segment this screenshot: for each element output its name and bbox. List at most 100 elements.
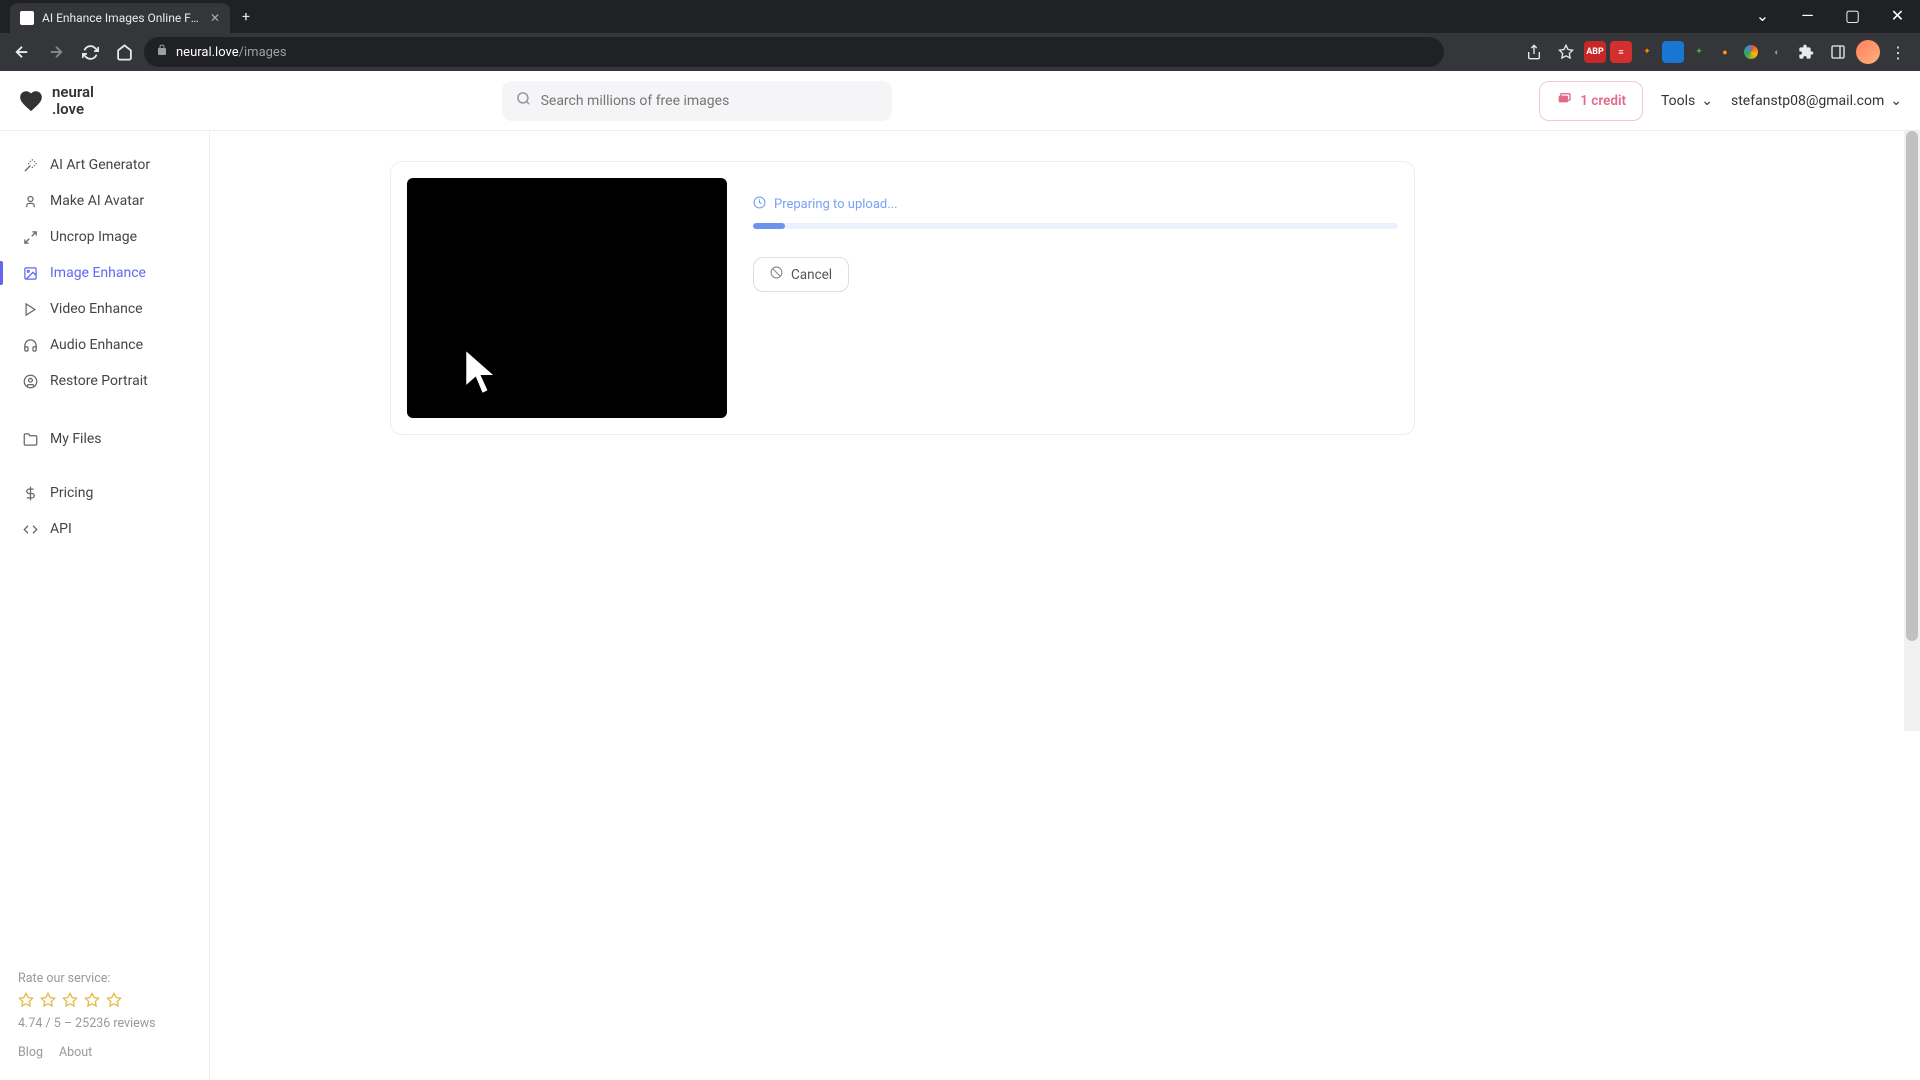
upload-status: Preparing to upload...: [774, 197, 898, 212]
extension-icon[interactable]: ●: [1714, 41, 1736, 63]
sidebar-item-label: Image Enhance: [50, 265, 146, 281]
progress-fill: [753, 223, 785, 229]
extensions-button[interactable]: [1792, 38, 1820, 66]
url-domain: neural.love: [176, 45, 239, 60]
sidebar-item-video-enhance[interactable]: Video Enhance: [0, 291, 209, 327]
app-header: neural .love 1 credit Tools ⌄ stefanstp0…: [0, 71, 1920, 131]
star-icon[interactable]: [84, 992, 100, 1008]
share-icon[interactable]: [1520, 38, 1548, 66]
chevron-down-icon[interactable]: ⌄: [1740, 0, 1785, 30]
user-menu[interactable]: stefanstp08@gmail.com ⌄: [1731, 93, 1902, 109]
headphones-icon: [22, 337, 38, 353]
upload-card: Preparing to upload... Cancel: [390, 161, 1415, 435]
credit-icon: [1556, 91, 1572, 111]
profile-avatar[interactable]: [1856, 40, 1880, 64]
star-icon[interactable]: [18, 992, 34, 1008]
sidebar-item-label: My Files: [50, 431, 102, 447]
code-icon: [22, 521, 38, 537]
sidebar-item-label: Pricing: [50, 485, 93, 501]
chevron-down-icon: ⌄: [1701, 93, 1713, 109]
sidebar-item-make-ai-avatar[interactable]: Make AI Avatar: [0, 183, 209, 219]
play-icon: [22, 301, 38, 317]
portrait-icon: [22, 373, 38, 389]
browser-tab-strip: AI Enhance Images Online For Fr ✕ + ⌄ — …: [0, 0, 1920, 33]
tools-dropdown[interactable]: Tools ⌄: [1661, 93, 1713, 109]
star-icon[interactable]: [106, 992, 122, 1008]
forward-button[interactable]: [42, 38, 70, 66]
upload-thumbnail: [407, 178, 727, 418]
sidebar-item-pricing[interactable]: Pricing: [0, 475, 209, 511]
tools-label: Tools: [1661, 93, 1695, 109]
search-icon: [516, 91, 531, 110]
extension-icon[interactable]: [1740, 41, 1762, 63]
logo-text-1: neural: [52, 84, 94, 101]
new-tab-button[interactable]: +: [230, 9, 262, 25]
address-bar[interactable]: neural.love/images: [144, 37, 1444, 67]
search-field[interactable]: [541, 93, 878, 109]
user-icon: [22, 193, 38, 209]
rating-stars[interactable]: [18, 992, 191, 1008]
sidebar-item-label: Uncrop Image: [50, 229, 137, 245]
sidebar-item-my-files[interactable]: My Files: [0, 421, 209, 457]
sidebar-item-ai-art-generator[interactable]: AI Art Generator: [0, 147, 209, 183]
logo-text-2: .love: [52, 101, 94, 118]
sidebar: AI Art Generator Make AI Avatar Uncrop I…: [0, 71, 210, 1080]
extension-abp-icon[interactable]: ABP: [1584, 41, 1606, 63]
chevron-down-icon: ⌄: [1890, 93, 1902, 109]
browser-toolbar: neural.love/images ABP ≡ ✦ ✦ ● ◐ ⋮: [0, 33, 1920, 71]
logo[interactable]: neural .love: [18, 84, 94, 117]
rate-label: Rate our service:: [18, 971, 191, 986]
cancel-button[interactable]: Cancel: [753, 257, 849, 292]
image-icon: [22, 265, 38, 281]
clock-icon: [753, 196, 766, 213]
credit-label: 1 credit: [1580, 93, 1626, 109]
tab-title: AI Enhance Images Online For Fr: [42, 11, 202, 25]
user-email: stefanstp08@gmail.com: [1731, 93, 1884, 109]
sidebar-item-restore-portrait[interactable]: Restore Portrait: [0, 363, 209, 399]
maximize-button[interactable]: ▢: [1830, 0, 1875, 30]
dollar-icon: [22, 485, 38, 501]
star-icon[interactable]: [62, 992, 78, 1008]
reload-button[interactable]: [76, 38, 104, 66]
home-button[interactable]: [110, 38, 138, 66]
sidebar-item-label: API: [50, 521, 72, 537]
sidebar-item-label: Video Enhance: [50, 301, 143, 317]
main-content: Preparing to upload... Cancel: [210, 71, 1920, 1080]
about-link[interactable]: About: [59, 1045, 92, 1060]
url-path: /images: [239, 45, 287, 60]
browser-tab[interactable]: AI Enhance Images Online For Fr ✕: [10, 3, 230, 33]
close-icon[interactable]: ✕: [210, 11, 220, 25]
side-panel-icon[interactable]: [1824, 38, 1852, 66]
credits-button[interactable]: 1 credit: [1539, 81, 1643, 121]
sidebar-item-image-enhance[interactable]: Image Enhance: [0, 255, 209, 291]
cancel-label: Cancel: [791, 267, 832, 283]
blog-link[interactable]: Blog: [18, 1045, 43, 1060]
extension-icon[interactable]: ✦: [1688, 41, 1710, 63]
extension-icon[interactable]: ✦: [1636, 41, 1658, 63]
expand-icon: [22, 229, 38, 245]
sidebar-item-label: Restore Portrait: [50, 373, 148, 389]
back-button[interactable]: [8, 38, 36, 66]
sidebar-item-uncrop-image[interactable]: Uncrop Image: [0, 219, 209, 255]
minimize-button[interactable]: —: [1785, 0, 1830, 30]
sidebar-item-api[interactable]: API: [0, 511, 209, 547]
extension-icon[interactable]: [1662, 41, 1684, 63]
lock-icon: [156, 44, 168, 60]
sidebar-item-audio-enhance[interactable]: Audio Enhance: [0, 327, 209, 363]
sidebar-item-label: Audio Enhance: [50, 337, 143, 353]
sidebar-item-label: AI Art Generator: [50, 157, 150, 173]
star-icon[interactable]: [40, 992, 56, 1008]
extension-icon[interactable]: ◐: [1766, 41, 1788, 63]
progress-bar: [753, 223, 1398, 229]
cancel-icon: [770, 266, 783, 283]
extension-icon[interactable]: ≡: [1610, 41, 1632, 63]
search-input[interactable]: [502, 81, 892, 121]
menu-button[interactable]: ⋮: [1884, 38, 1912, 66]
vertical-scrollbar-thumb[interactable]: [1906, 131, 1918, 641]
logo-mark-icon: [18, 88, 44, 114]
review-stats: 4.74 / 5 – 25236 reviews: [18, 1016, 191, 1031]
star-icon[interactable]: [1552, 38, 1580, 66]
close-window-button[interactable]: ✕: [1875, 0, 1920, 30]
wand-icon: [22, 157, 38, 173]
sidebar-item-label: Make AI Avatar: [50, 193, 144, 209]
